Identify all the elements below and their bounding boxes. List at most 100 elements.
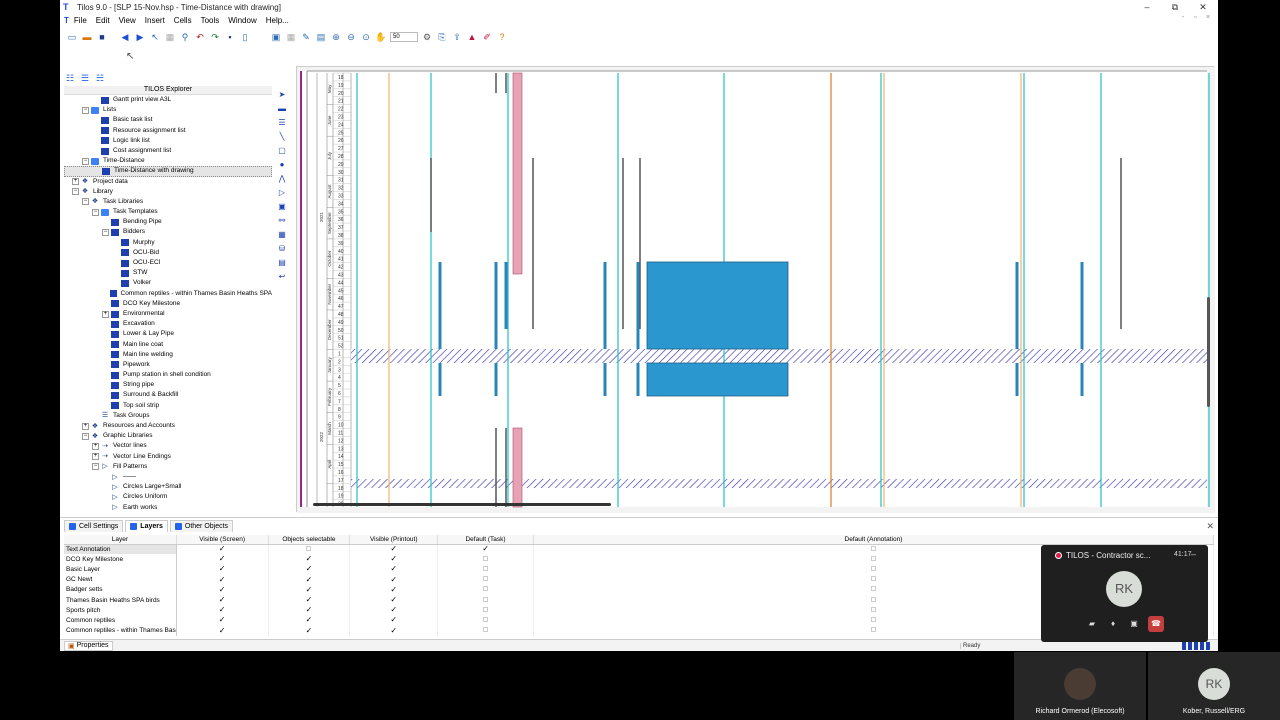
tree-node[interactable]: Top soil strip: [64, 401, 272, 411]
layout-icon[interactable]: ▣: [270, 31, 282, 43]
tree-node[interactable]: + ❖ Resources and Accounts: [64, 421, 272, 431]
collapse-icon[interactable]: −: [82, 106, 89, 114]
panel-close-icon[interactable]: ✕: [1206, 521, 1214, 532]
checkbox-screen[interactable]: ✓: [176, 594, 269, 606]
tree-node[interactable]: Resource assignment list: [64, 126, 272, 136]
tree-node[interactable]: + ❖ Project data: [64, 177, 272, 187]
chart-icon[interactable]: ▲: [466, 31, 478, 43]
tree-node[interactable]: Murphy: [64, 238, 272, 248]
tree-node[interactable]: Cost assignment list: [64, 146, 272, 156]
collapse-icon[interactable]: −: [102, 229, 109, 237]
tree-node[interactable]: − Time-Distance: [64, 156, 272, 166]
collapse-icon[interactable]: −: [92, 208, 99, 216]
line-tool-icon[interactable]: ╲: [277, 132, 287, 142]
mdi-restore-button[interactable]: ▫: [1194, 14, 1196, 21]
column-header[interactable]: Visible (Screen): [176, 535, 269, 545]
checkbox-task[interactable]: [437, 554, 534, 565]
checkbox-selectable[interactable]: ✓: [268, 594, 351, 606]
tree-node[interactable]: Lower & Lay Pipe: [64, 329, 272, 339]
close-button[interactable]: ✕: [1189, 0, 1217, 14]
column-header[interactable]: Layer: [64, 535, 177, 545]
zoom-input[interactable]: 50: [390, 32, 418, 42]
filter-icon[interactable]: ⚲: [179, 31, 191, 43]
mdi-close-button[interactable]: ×: [1206, 14, 1210, 21]
select-tool-icon[interactable]: ➤: [277, 90, 287, 100]
menu-file[interactable]: File: [74, 16, 87, 25]
zoom-in-icon[interactable]: ⊕: [330, 31, 342, 43]
checkbox-printout[interactable]: ✓: [349, 564, 439, 575]
new-file-icon[interactable]: ▭: [66, 31, 78, 43]
link-tool-icon[interactable]: ⚯: [277, 216, 287, 226]
lock-icon[interactable]: ▪: [224, 31, 236, 43]
menu-window[interactable]: Window: [228, 16, 256, 25]
minimize-button[interactable]: –: [1133, 0, 1161, 14]
grid-icon[interactable]: ▦: [164, 31, 176, 43]
box-tool-icon[interactable]: ▢: [277, 146, 287, 156]
ellipse-tool-icon[interactable]: ●: [277, 160, 287, 170]
tree-node[interactable]: DCO Key Milestone: [64, 299, 272, 309]
connect-tool-icon[interactable]: ↩: [277, 272, 287, 282]
column-header[interactable]: Objects selectable: [268, 535, 351, 545]
call-window[interactable]: TILOS - Contractor sc... 41:17 – RK ▰ ♦ …: [1041, 545, 1208, 642]
checkbox-selectable[interactable]: ✓: [268, 605, 351, 616]
back-icon[interactable]: ◀: [119, 31, 131, 43]
checkbox-printout[interactable]: ✓: [349, 605, 439, 616]
tree-node[interactable]: Logic link list: [64, 136, 272, 146]
expand-icon[interactable]: +: [102, 310, 109, 318]
participant-tile[interactable]: Richard Ormerod (Elecosoft): [1014, 652, 1146, 720]
redo-icon[interactable]: ↷: [209, 31, 221, 43]
mdi-minimize-button[interactable]: -: [1182, 14, 1184, 21]
checkbox-screen[interactable]: ✓: [176, 554, 269, 565]
checkbox-printout[interactable]: ✓: [349, 554, 439, 565]
tree-node[interactable]: + ⇢ Vector Line Endings: [64, 452, 272, 462]
tree-node[interactable]: ▷ ——: [64, 472, 272, 482]
undo-icon[interactable]: ↶: [194, 31, 206, 43]
checkbox-screen[interactable]: ✓: [176, 584, 269, 595]
checkbox-selectable[interactable]: [268, 544, 351, 555]
tree-node[interactable]: Common reptiles - within Thames Basin He…: [64, 289, 272, 299]
expand-tree-icon[interactable]: ☷: [64, 72, 76, 84]
checkbox-screen[interactable]: ✓: [176, 615, 269, 626]
pattern-tool-icon[interactable]: ▦: [277, 230, 287, 240]
tree-node[interactable]: − Lists: [64, 105, 272, 115]
edit-icon[interactable]: ✐: [481, 31, 493, 43]
collapse-icon[interactable]: −: [72, 188, 79, 196]
help-icon[interactable]: ?: [496, 31, 508, 43]
copy-icon[interactable]: ⎘: [436, 31, 448, 43]
tree-options-icon[interactable]: ☵: [94, 72, 106, 84]
checkbox-screen[interactable]: ✓: [176, 544, 269, 555]
checkbox-task[interactable]: [437, 584, 534, 595]
microphone-icon[interactable]: ♦: [1105, 616, 1121, 632]
tree-node[interactable]: Basic task list: [64, 115, 272, 125]
menu-insert[interactable]: Insert: [145, 16, 165, 25]
symbol-tool-icon[interactable]: ▤: [277, 258, 287, 268]
tab-layers[interactable]: Layers: [125, 520, 168, 532]
tree-node[interactable]: Pump station in shell condition: [64, 370, 272, 380]
tree-node[interactable]: String pipe: [64, 380, 272, 390]
rect-tool-icon[interactable]: ▬: [277, 104, 287, 114]
checkbox-task[interactable]: [437, 564, 534, 575]
tree-node[interactable]: Bending Pipe: [64, 217, 272, 227]
restore-button[interactable]: ⧉: [1161, 0, 1189, 14]
menu-help[interactable]: Help...: [266, 16, 289, 25]
properties-button[interactable]: ▣ Properties: [64, 640, 113, 651]
checkbox-screen[interactable]: ✓: [176, 625, 269, 636]
expand-icon[interactable]: +: [92, 453, 99, 461]
checkbox-task[interactable]: [437, 574, 534, 585]
tree-node[interactable]: ☰ Task Groups: [64, 411, 272, 421]
tree-node[interactable]: Excavation: [64, 319, 272, 329]
checkbox-screen[interactable]: ✓: [176, 574, 269, 585]
text-tool-icon[interactable]: ☰: [277, 118, 287, 128]
table-icon[interactable]: ▦: [285, 31, 297, 43]
time-distance-chart[interactable]: 18 19 20 21 22 23 24 25 26 27 28 29 30 31 32 33 34 35 36 37…: [296, 66, 1215, 513]
tree-node[interactable]: − Bidders: [64, 227, 272, 237]
collapse-icon[interactable]: −: [82, 198, 89, 206]
hang-up-button[interactable]: ☎: [1148, 616, 1164, 632]
hand-icon[interactable]: ✋: [375, 31, 387, 43]
checkbox-task[interactable]: [437, 594, 534, 606]
checkbox-selectable[interactable]: ✓: [268, 625, 351, 636]
tree-node[interactable]: Time-Distance with drawing: [64, 166, 272, 177]
draw-icon[interactable]: ✎: [300, 31, 312, 43]
pointer-icon[interactable]: ↖: [149, 31, 161, 43]
save-icon[interactable]: ■: [96, 31, 108, 43]
